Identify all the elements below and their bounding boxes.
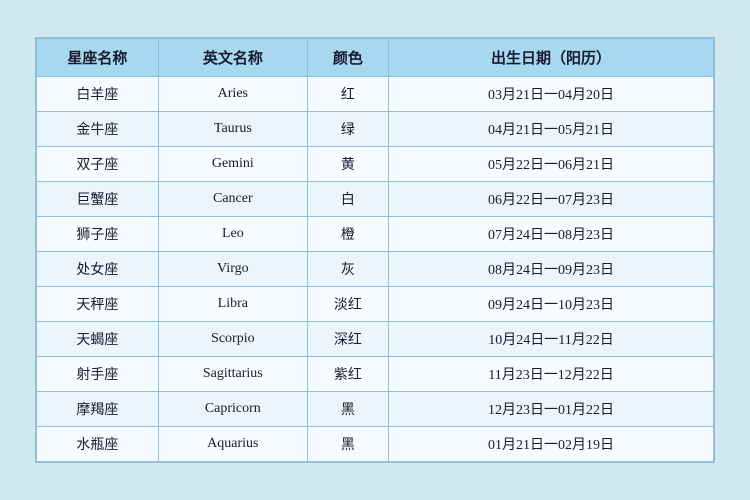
- cell-date: 10月24日一11月22日: [389, 322, 714, 357]
- cell-color: 深红: [307, 322, 388, 357]
- table-row: 处女座Virgo灰08月24日一09月23日: [37, 252, 714, 287]
- cell-color: 灰: [307, 252, 388, 287]
- header-date: 出生日期（阳历）: [389, 39, 714, 77]
- cell-chinese: 双子座: [37, 147, 159, 182]
- table-row: 射手座Sagittarius紫红11月23日一12月22日: [37, 357, 714, 392]
- cell-date: 09月24日一10月23日: [389, 287, 714, 322]
- cell-color: 绿: [307, 112, 388, 147]
- zodiac-table-container: 星座名称 英文名称 颜色 出生日期（阳历） 白羊座Aries红03月21日一04…: [35, 37, 715, 463]
- cell-color: 紫红: [307, 357, 388, 392]
- cell-color: 黄: [307, 147, 388, 182]
- cell-chinese: 射手座: [37, 357, 159, 392]
- cell-english: Aries: [158, 77, 307, 112]
- cell-color: 黑: [307, 392, 388, 427]
- cell-color: 白: [307, 182, 388, 217]
- cell-date: 04月21日一05月21日: [389, 112, 714, 147]
- table-row: 天秤座Libra淡红09月24日一10月23日: [37, 287, 714, 322]
- cell-color: 黑: [307, 427, 388, 462]
- cell-date: 12月23日一01月22日: [389, 392, 714, 427]
- cell-chinese: 狮子座: [37, 217, 159, 252]
- table-row: 双子座Gemini黄05月22日一06月21日: [37, 147, 714, 182]
- cell-english: Sagittarius: [158, 357, 307, 392]
- zodiac-table: 星座名称 英文名称 颜色 出生日期（阳历） 白羊座Aries红03月21日一04…: [36, 38, 714, 462]
- cell-date: 03月21日一04月20日: [389, 77, 714, 112]
- cell-chinese: 处女座: [37, 252, 159, 287]
- cell-chinese: 金牛座: [37, 112, 159, 147]
- cell-english: Aquarius: [158, 427, 307, 462]
- cell-color: 橙: [307, 217, 388, 252]
- cell-chinese: 天秤座: [37, 287, 159, 322]
- cell-english: Cancer: [158, 182, 307, 217]
- cell-english: Gemini: [158, 147, 307, 182]
- cell-english: Capricorn: [158, 392, 307, 427]
- table-row: 摩羯座Capricorn黑12月23日一01月22日: [37, 392, 714, 427]
- cell-english: Virgo: [158, 252, 307, 287]
- cell-chinese: 水瓶座: [37, 427, 159, 462]
- cell-date: 08月24日一09月23日: [389, 252, 714, 287]
- table-header-row: 星座名称 英文名称 颜色 出生日期（阳历）: [37, 39, 714, 77]
- cell-date: 05月22日一06月21日: [389, 147, 714, 182]
- cell-english: Taurus: [158, 112, 307, 147]
- cell-color: 淡红: [307, 287, 388, 322]
- table-row: 天蝎座Scorpio深红10月24日一11月22日: [37, 322, 714, 357]
- cell-chinese: 摩羯座: [37, 392, 159, 427]
- table-row: 狮子座Leo橙07月24日一08月23日: [37, 217, 714, 252]
- table-row: 白羊座Aries红03月21日一04月20日: [37, 77, 714, 112]
- cell-english: Libra: [158, 287, 307, 322]
- cell-date: 01月21日一02月19日: [389, 427, 714, 462]
- table-row: 金牛座Taurus绿04月21日一05月21日: [37, 112, 714, 147]
- cell-date: 07月24日一08月23日: [389, 217, 714, 252]
- cell-chinese: 白羊座: [37, 77, 159, 112]
- cell-english: Leo: [158, 217, 307, 252]
- header-english: 英文名称: [158, 39, 307, 77]
- cell-chinese: 天蝎座: [37, 322, 159, 357]
- header-chinese: 星座名称: [37, 39, 159, 77]
- cell-date: 11月23日一12月22日: [389, 357, 714, 392]
- cell-date: 06月22日一07月23日: [389, 182, 714, 217]
- cell-color: 红: [307, 77, 388, 112]
- table-row: 巨蟹座Cancer白06月22日一07月23日: [37, 182, 714, 217]
- table-body: 白羊座Aries红03月21日一04月20日金牛座Taurus绿04月21日一0…: [37, 77, 714, 462]
- cell-english: Scorpio: [158, 322, 307, 357]
- table-row: 水瓶座Aquarius黑01月21日一02月19日: [37, 427, 714, 462]
- cell-chinese: 巨蟹座: [37, 182, 159, 217]
- header-color: 颜色: [307, 39, 388, 77]
